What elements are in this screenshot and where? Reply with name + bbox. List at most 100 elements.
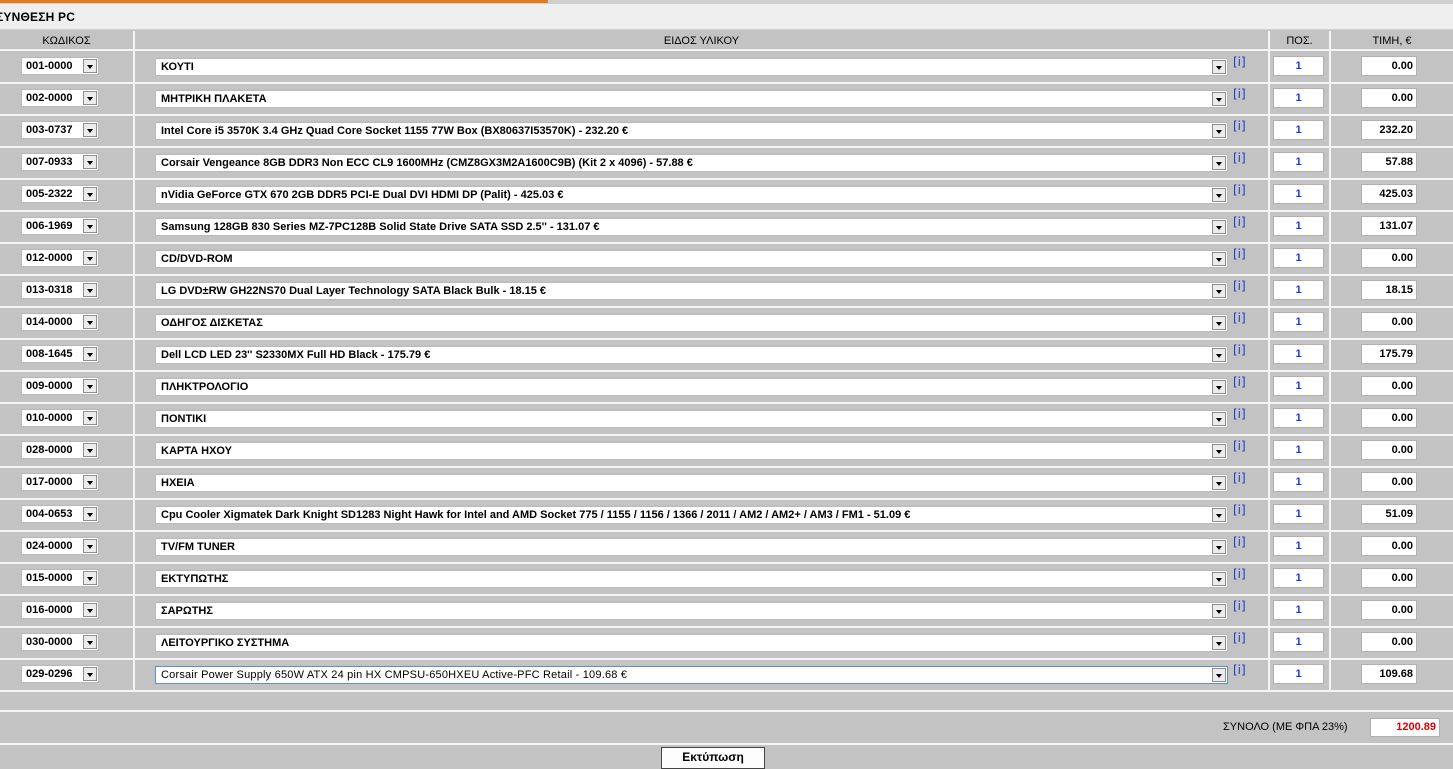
quantity-input[interactable]: 1: [1273, 88, 1324, 108]
code-select[interactable]: 003-0737: [21, 121, 99, 139]
info-link[interactable]: [i]: [1233, 407, 1246, 421]
quantity-input[interactable]: 1: [1273, 152, 1324, 172]
code-select[interactable]: 001-0000: [21, 57, 99, 75]
info-link[interactable]: [i]: [1233, 343, 1246, 357]
info-link[interactable]: [i]: [1233, 439, 1246, 453]
info-link[interactable]: [i]: [1233, 311, 1246, 325]
info-link[interactable]: [i]: [1233, 151, 1246, 165]
info-link[interactable]: [i]: [1233, 55, 1246, 69]
quantity-input[interactable]: 1: [1273, 56, 1324, 76]
quantity-input[interactable]: 1: [1273, 216, 1324, 236]
info-link[interactable]: [i]: [1233, 567, 1246, 581]
active-tab-indicator[interactable]: [0, 0, 548, 3]
info-link[interactable]: [i]: [1233, 247, 1246, 261]
code-select[interactable]: 010-0000: [21, 409, 99, 427]
info-link[interactable]: [i]: [1233, 535, 1246, 549]
chevron-down-icon[interactable]: [1212, 348, 1226, 362]
chevron-down-icon[interactable]: [1212, 60, 1226, 74]
chevron-down-icon[interactable]: [1212, 508, 1226, 522]
chevron-down-icon[interactable]: [1212, 316, 1226, 330]
quantity-input[interactable]: 1: [1273, 504, 1324, 524]
code-select[interactable]: 006-1969: [21, 217, 99, 235]
chevron-down-icon[interactable]: [83, 603, 97, 617]
quantity-input[interactable]: 1: [1273, 184, 1324, 204]
code-select[interactable]: 002-0000: [21, 89, 99, 107]
chevron-down-icon[interactable]: [83, 379, 97, 393]
chevron-down-icon[interactable]: [1212, 220, 1226, 234]
chevron-down-icon[interactable]: [83, 187, 97, 201]
quantity-input[interactable]: 1: [1273, 408, 1324, 428]
quantity-input[interactable]: 1: [1273, 568, 1324, 588]
chevron-down-icon[interactable]: [1212, 444, 1226, 458]
code-select[interactable]: 030-0000: [21, 633, 99, 651]
item-select[interactable]: ΚΟΥΤΙ: [155, 58, 1228, 76]
quantity-input[interactable]: 1: [1273, 664, 1324, 684]
item-select[interactable]: Cpu Cooler Xigmatek Dark Knight SD1283 N…: [155, 506, 1228, 524]
chevron-down-icon[interactable]: [1212, 572, 1226, 586]
chevron-down-icon[interactable]: [83, 155, 97, 169]
code-select[interactable]: 016-0000: [21, 601, 99, 619]
quantity-input[interactable]: 1: [1273, 376, 1324, 396]
chevron-down-icon[interactable]: [83, 443, 97, 457]
chevron-down-icon[interactable]: [83, 123, 97, 137]
info-link[interactable]: [i]: [1233, 279, 1246, 293]
quantity-input[interactable]: 1: [1273, 344, 1324, 364]
item-select[interactable]: ΗΧΕΙΑ: [155, 474, 1228, 492]
chevron-down-icon[interactable]: [1212, 124, 1226, 138]
code-select[interactable]: 007-0933: [21, 153, 99, 171]
chevron-down-icon[interactable]: [83, 347, 97, 361]
code-select[interactable]: 024-0000: [21, 537, 99, 555]
item-select[interactable]: ΣΑΡΩΤΗΣ: [155, 602, 1228, 620]
chevron-down-icon[interactable]: [83, 91, 97, 105]
chevron-down-icon[interactable]: [83, 507, 97, 521]
chevron-down-icon[interactable]: [1212, 284, 1226, 298]
info-link[interactable]: [i]: [1233, 183, 1246, 197]
item-select[interactable]: Corsair Vengeance 8GB DDR3 Non ECC CL9 1…: [155, 154, 1228, 172]
code-select[interactable]: 013-0318: [21, 281, 99, 299]
item-select[interactable]: ΛΕΙΤΟΥΡΓΙΚΟ ΣΥΣΤΗΜΑ: [155, 634, 1228, 652]
item-select[interactable]: LG DVD±RW GH22NS70 Dual Layer Technology…: [155, 282, 1228, 300]
quantity-input[interactable]: 1: [1273, 600, 1324, 620]
quantity-input[interactable]: 1: [1273, 248, 1324, 268]
code-select[interactable]: 004-0653: [21, 505, 99, 523]
chevron-down-icon[interactable]: [83, 315, 97, 329]
print-button[interactable]: Εκτύπωση: [661, 747, 765, 769]
item-select[interactable]: Corsair Power Supply 650W ATX 24 pin HX …: [155, 666, 1228, 684]
chevron-down-icon[interactable]: [83, 411, 97, 425]
item-select[interactable]: Intel Core i5 3570K 3.4 GHz Quad Core So…: [155, 122, 1228, 140]
chevron-down-icon[interactable]: [1212, 412, 1226, 426]
code-select[interactable]: 015-0000: [21, 569, 99, 587]
item-select[interactable]: ΜΗΤΡΙΚΗ ΠΛΑΚΕΤΑ: [155, 90, 1228, 108]
code-select[interactable]: 017-0000: [21, 473, 99, 491]
item-select[interactable]: CD/DVD-ROM: [155, 250, 1228, 268]
info-link[interactable]: [i]: [1233, 631, 1246, 645]
item-select[interactable]: nVidia GeForce GTX 670 2GB DDR5 PCI-E Du…: [155, 186, 1228, 204]
item-select[interactable]: ΠΟΝΤΙΚΙ: [155, 410, 1228, 428]
item-select[interactable]: Samsung 128GB 830 Series MZ-7PC128B Soli…: [155, 218, 1228, 236]
code-select[interactable]: 028-0000: [21, 441, 99, 459]
chevron-down-icon[interactable]: [1212, 156, 1226, 170]
chevron-down-icon[interactable]: [1212, 188, 1226, 202]
chevron-down-icon[interactable]: [83, 667, 97, 681]
code-select[interactable]: 008-1645: [21, 345, 99, 363]
code-select[interactable]: 005-2322: [21, 185, 99, 203]
quantity-input[interactable]: 1: [1273, 440, 1324, 460]
chevron-down-icon[interactable]: [83, 571, 97, 585]
chevron-down-icon[interactable]: [1212, 92, 1226, 106]
item-select[interactable]: ΠΛΗΚΤΡΟΛΟΓΙΟ: [155, 378, 1228, 396]
chevron-down-icon[interactable]: [83, 251, 97, 265]
info-link[interactable]: [i]: [1233, 503, 1246, 517]
chevron-down-icon[interactable]: [83, 539, 97, 553]
info-link[interactable]: [i]: [1233, 87, 1246, 101]
chevron-down-icon[interactable]: [1212, 252, 1226, 266]
code-select[interactable]: 029-0296: [21, 665, 99, 683]
info-link[interactable]: [i]: [1233, 599, 1246, 613]
chevron-down-icon[interactable]: [83, 635, 97, 649]
item-select[interactable]: TV/FM TUNER: [155, 538, 1228, 556]
info-link[interactable]: [i]: [1233, 663, 1246, 677]
item-select[interactable]: Dell LCD LED 23'' S2330MX Full HD Black …: [155, 346, 1228, 364]
item-select[interactable]: ΟΔΗΓΟΣ ΔΙΣΚΕΤΑΣ: [155, 314, 1228, 332]
item-select[interactable]: ΚΑΡΤΑ ΗΧΟΥ: [155, 442, 1228, 460]
quantity-input[interactable]: 1: [1273, 120, 1324, 140]
info-link[interactable]: [i]: [1233, 471, 1246, 485]
